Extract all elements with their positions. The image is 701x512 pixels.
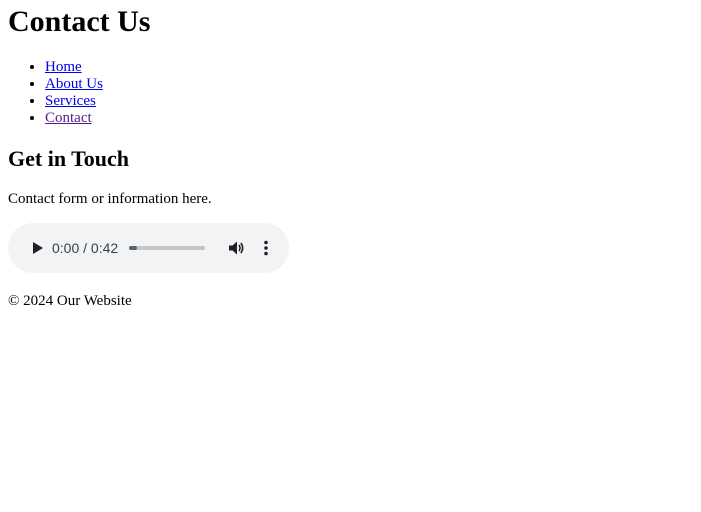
play-icon-glyph bbox=[33, 242, 43, 254]
section-text: Contact form or information here. bbox=[8, 191, 212, 207]
nav-link-services[interactable]: Services bbox=[45, 93, 96, 109]
section-heading: Get in Touch bbox=[8, 146, 130, 171]
progress-fill bbox=[129, 246, 137, 250]
more-options-icon-glyph bbox=[264, 240, 268, 256]
more-options-icon[interactable] bbox=[256, 238, 276, 258]
nav-link-about[interactable]: About Us bbox=[45, 76, 103, 92]
time-display: 0:00 / 0:42 bbox=[52, 240, 119, 256]
nav-item-about: About Us bbox=[45, 76, 103, 93]
nav-item-services: Services bbox=[45, 93, 103, 110]
nav-link-home[interactable]: Home bbox=[45, 59, 82, 75]
nav-list: Home About Us Services Contact bbox=[8, 59, 103, 127]
volume-icon[interactable] bbox=[226, 238, 246, 258]
audio-player: 0:00 / 0:42 bbox=[8, 223, 289, 273]
footer-text: © 2024 Our Website bbox=[8, 293, 132, 309]
nav-link-contact[interactable]: Contact bbox=[45, 110, 92, 126]
progress-slider[interactable] bbox=[129, 246, 205, 250]
play-icon[interactable] bbox=[27, 238, 47, 258]
nav-item-contact: Contact bbox=[45, 110, 103, 127]
nav-item-home: Home bbox=[45, 59, 103, 76]
page-title: Contact Us bbox=[8, 5, 151, 38]
volume-icon-glyph bbox=[229, 241, 244, 255]
